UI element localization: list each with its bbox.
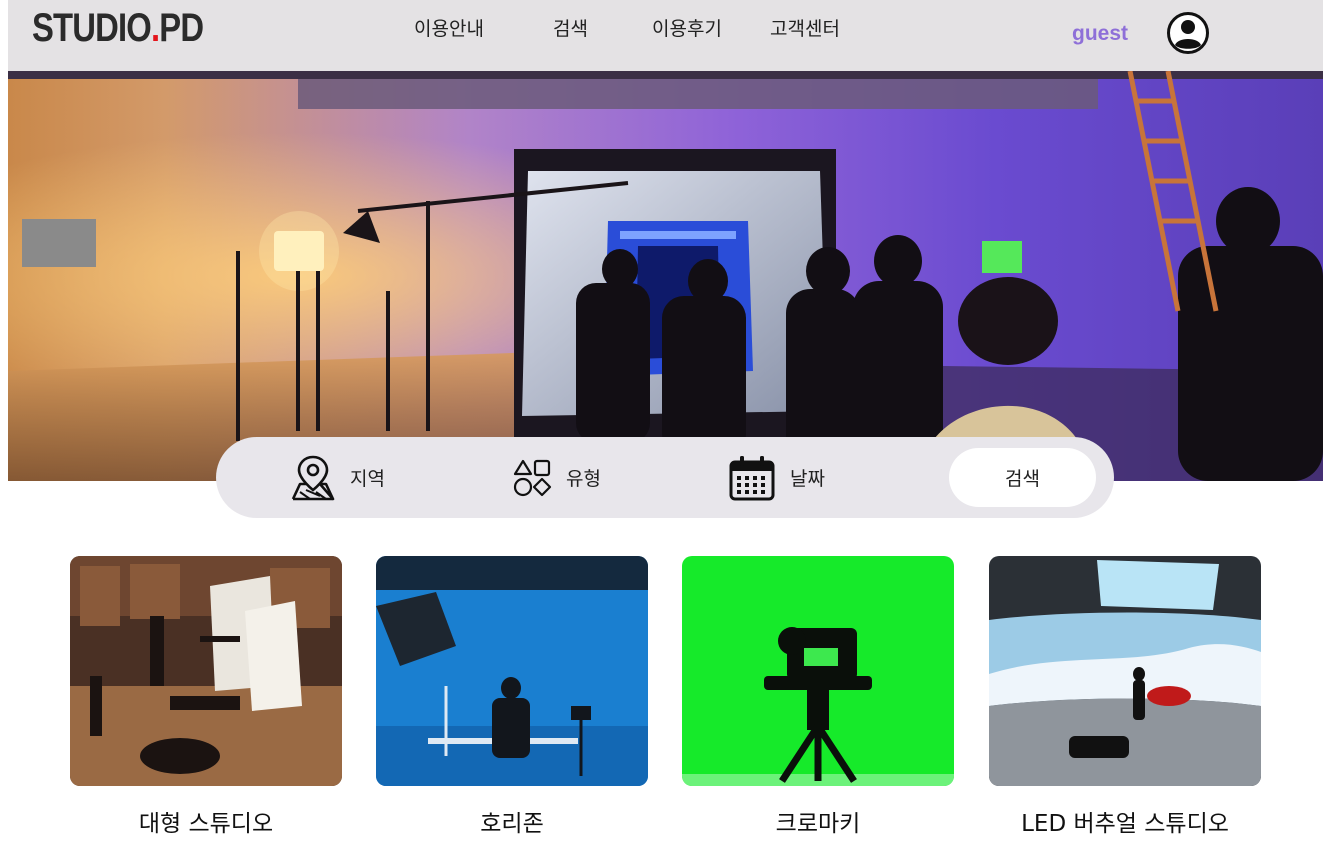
- logo-dot: .: [151, 6, 160, 50]
- chroma-key-thumbnail: [682, 556, 954, 786]
- date-label: 날짜: [790, 468, 825, 490]
- search-button[interactable]: 검색: [949, 448, 1096, 507]
- large-studio-thumbnail: [70, 556, 342, 786]
- nav-search[interactable]: 검색: [553, 14, 588, 41]
- filter-region[interactable]: 지역: [290, 437, 385, 518]
- user-profile-icon[interactable]: [1166, 11, 1210, 55]
- map-pin-icon: [291, 455, 335, 500]
- region-label: 지역: [350, 468, 385, 490]
- logo-text-suffix: PD: [159, 6, 204, 50]
- category-card-large-studio[interactable]: 대형 스튜디오: [70, 556, 342, 837]
- shapes-icon: [513, 459, 552, 496]
- user-name[interactable]: guest: [1072, 22, 1128, 46]
- nav-support[interactable]: 고객센터: [770, 14, 840, 41]
- type-label: 유형: [566, 468, 601, 490]
- horizon-title: 호리존: [480, 811, 544, 837]
- category-card-horizon[interactable]: 호리존: [376, 556, 648, 837]
- nav-reviews[interactable]: 이용후기: [652, 14, 722, 41]
- search-bar: 지역 유형 날짜 검색: [216, 437, 1114, 518]
- large-studio-title: 대형 스튜디오: [138, 811, 274, 837]
- nav-guide[interactable]: 이용안내: [414, 14, 484, 41]
- filter-date[interactable]: 날짜: [728, 437, 825, 518]
- category-card-led-virtual[interactable]: LED 버추얼 스튜디오: [989, 556, 1261, 837]
- top-header: STUDIO.PD 이용안내 검색 이용후기 고객센터 guest: [8, 0, 1323, 71]
- hero-banner-image: [8, 71, 1323, 481]
- category-card-chroma-key[interactable]: 크로마키: [682, 556, 954, 837]
- led-virtual-title: LED 버추얼 스튜디오: [1021, 811, 1229, 837]
- led-virtual-thumbnail: [989, 556, 1261, 786]
- horizon-thumbnail: [376, 556, 648, 786]
- site-logo[interactable]: STUDIO.PD: [32, 6, 204, 51]
- logo-text-main: STUDIO: [32, 6, 152, 50]
- calendar-icon: [729, 455, 775, 500]
- filter-type[interactable]: 유형: [512, 437, 601, 518]
- chroma-key-title: 크로마키: [775, 811, 861, 837]
